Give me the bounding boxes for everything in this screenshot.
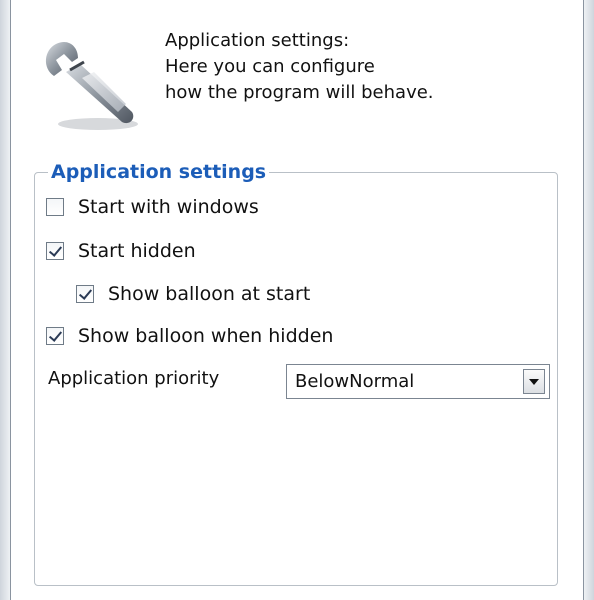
start-hidden-option[interactable]: Start hidden [46, 240, 196, 262]
header-line-3: how the program will behave. [165, 82, 434, 103]
header-description: Application settings: Here you can confi… [165, 28, 434, 106]
wrench-settings-icon [36, 32, 146, 132]
show-balloon-when-hidden-checkbox[interactable] [46, 327, 64, 345]
header-line-title: Application settings: [165, 30, 350, 51]
groupbox-title: Application settings [48, 158, 270, 186]
show-balloon-when-hidden-label: Show balloon when hidden [78, 325, 334, 347]
start-with-windows-option[interactable]: Start with windows [46, 196, 259, 218]
window-frame-left [0, 0, 11, 600]
start-with-windows-checkbox[interactable] [46, 198, 64, 216]
show-balloon-at-start-checkbox[interactable] [76, 285, 94, 303]
start-with-windows-label: Start with windows [78, 196, 259, 218]
application-priority-label: Application priority [48, 368, 220, 389]
start-hidden-label: Start hidden [78, 240, 196, 262]
dropdown-button[interactable] [523, 369, 545, 394]
header-line-2: Here you can configure [165, 56, 375, 77]
application-priority-select[interactable]: BelowNormal [286, 364, 550, 399]
window-frame-right [583, 0, 594, 600]
chevron-down-icon [529, 378, 539, 385]
show-balloon-when-hidden-option[interactable]: Show balloon when hidden [46, 325, 333, 347]
start-hidden-checkbox[interactable] [46, 242, 64, 260]
show-balloon-at-start-option[interactable]: Show balloon at start [76, 283, 310, 305]
show-balloon-at-start-label: Show balloon at start [108, 283, 311, 305]
priority-selected-value: BelowNormal [295, 371, 415, 392]
